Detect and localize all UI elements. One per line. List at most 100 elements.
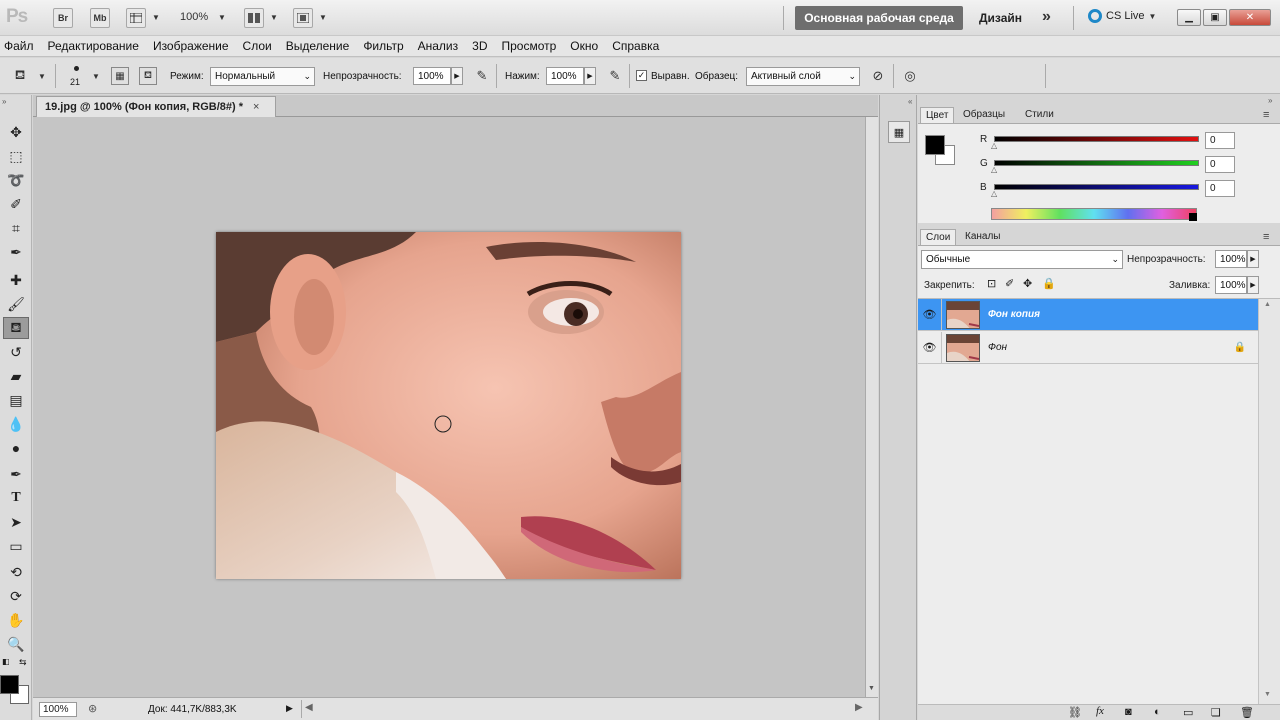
move-tool[interactable]: ✥ [3,121,29,143]
channel-r-input[interactable]: 0 [1205,132,1235,149]
healing-brush-tool[interactable]: ✚ [3,269,29,291]
arrange-documents-button[interactable] [244,8,264,28]
close-icon[interactable]: × [253,101,259,113]
layers-panel-menu-icon[interactable]: ≡ [1263,231,1269,243]
chevron-down-icon[interactable]: ▼ [270,13,278,22]
path-selection-tool[interactable]: ➤ [3,511,29,533]
clone-stamp-tool[interactable]: ⛾ [3,317,29,339]
crop-tool[interactable]: ⌗ [3,217,29,239]
swap-colors-button[interactable]: ⇆ [19,657,27,668]
document-image[interactable] [216,232,681,579]
channel-g-slider[interactable] [994,160,1199,166]
3d-orbit-tool[interactable]: ⟳ [3,585,29,607]
blur-tool[interactable]: 💧 [3,413,29,435]
tab-channels[interactable]: Каналы [960,229,1006,245]
lock-transparency-button[interactable]: ⊡ [987,277,996,290]
menu-layer[interactable]: Слои [243,39,272,53]
toggle-brush-panel-button[interactable]: ▦ [111,67,129,85]
tablet-pressure-size-button[interactable]: ◎ [900,66,920,86]
layers-scrollbar[interactable]: ▲ ▼ [1258,299,1280,704]
opacity-slider-toggle[interactable]: ▶ [451,67,463,85]
scroll-down-icon[interactable]: ▼ [1264,691,1271,698]
scroll-down-icon[interactable]: ▼ [868,685,875,692]
shape-tool[interactable]: ▭ [3,535,29,557]
chevron-down-icon[interactable]: ▼ [92,72,100,81]
adjustment-layer-icon[interactable]: ◐ [1154,706,1161,718]
channel-b-slider[interactable] [994,184,1199,190]
mini-bridge-button[interactable]: Mb [90,8,110,28]
zoom-tool[interactable]: 🔍 [3,633,29,655]
zoom-level-dropdown[interactable]: 100% [180,11,208,23]
opacity-input[interactable]: 100% [413,67,451,85]
more-workspaces-button[interactable]: » [1042,8,1051,26]
quick-select-tool[interactable]: ✐ [3,193,29,215]
history-panel-button[interactable]: ▦ [888,121,910,143]
sample-select[interactable]: Активный слой ⌄ [746,67,860,86]
color-spectrum-ramp[interactable] [991,208,1197,220]
maximize-button[interactable]: ▣ [1203,9,1227,26]
channel-r-slider[interactable] [994,136,1199,142]
menu-select[interactable]: Выделение [286,39,350,53]
bridge-button[interactable]: Br [53,8,73,28]
menu-window[interactable]: Окно [570,39,598,53]
toggle-clone-source-button[interactable]: ⛾ [139,67,157,85]
default-colors-button[interactable]: ◧ [2,657,10,666]
tool-preset-picker[interactable]: ⛾ [10,66,30,86]
minimize-button[interactable]: ▁ [1177,9,1201,26]
tab-swatches[interactable]: Образцы [958,107,1010,123]
layer-name[interactable]: Фон [988,342,1007,353]
fill-input[interactable]: 100% [1215,276,1247,294]
airbrush-button[interactable]: ✎ [605,66,625,86]
status-zoom-input[interactable]: 100% [39,702,77,717]
chevron-down-icon[interactable]: ▼ [319,13,327,22]
new-group-icon[interactable]: ▭ [1183,706,1193,719]
tab-styles[interactable]: Стили [1020,107,1059,123]
chevron-down-icon[interactable]: ▼ [38,72,46,81]
collapse-tools-button[interactable]: » [2,97,6,106]
brush-tool[interactable]: 🖌 [3,293,29,315]
menu-3d[interactable]: 3D [472,39,487,53]
menu-edit[interactable]: Редактирование [48,39,139,53]
ignore-adjustment-layers-button[interactable]: ⊘ [868,66,888,86]
menu-file[interactable]: Файл [4,39,34,53]
menu-analysis[interactable]: Анализ [418,39,459,53]
layer-opacity-slider-toggle[interactable]: ▶ [1247,250,1259,268]
color-panel-menu-icon[interactable]: ≡ [1263,109,1269,121]
pen-tool[interactable]: ✒ [3,463,29,485]
scroll-left-icon[interactable]: ◀ [305,702,313,713]
cs-live-button[interactable]: CS Live ▼ [1088,9,1156,23]
tablet-pressure-opacity-button[interactable]: ✎ [472,66,492,86]
extras-view-button[interactable] [126,8,146,28]
panel-foreground-swatch[interactable] [925,135,945,155]
channel-g-input[interactable]: 0 [1205,156,1235,173]
lock-position-button[interactable]: ✥ [1023,277,1032,290]
flow-slider-toggle[interactable]: ▶ [584,67,596,85]
workspace-design-button[interactable]: Дизайн [979,11,1022,25]
menu-filter[interactable]: Фильтр [363,39,403,53]
layer-style-fx-icon[interactable]: fx [1096,705,1104,717]
menu-view[interactable]: Просмотр [501,39,556,53]
status-menu-arrow-icon[interactable]: ▶ [286,703,293,714]
chevron-down-icon[interactable]: ▼ [152,13,160,22]
type-tool[interactable]: T [3,487,29,509]
brush-preset-picker[interactable]: 21 [66,64,88,90]
flow-input[interactable]: 100% [546,67,584,85]
lasso-tool[interactable]: ➰ [3,169,29,191]
history-brush-tool[interactable]: ↺ [3,341,29,363]
layer-name[interactable]: Фон копия [988,309,1040,320]
visibility-toggle[interactable]: 👁 [918,298,942,331]
aligned-checkbox[interactable]: ✓ [636,70,647,81]
slider-handle-icon[interactable]: △ [991,189,997,198]
layer-row-background[interactable]: 👁 Фон 🔒 [918,331,1258,364]
channel-b-input[interactable]: 0 [1205,180,1235,197]
eraser-tool[interactable]: ▰ [3,365,29,387]
workspace-essentials-button[interactable]: Основная рабочая среда [795,6,963,30]
layer-row-background-copy[interactable]: 👁 Фон копия [918,298,1258,331]
foreground-color-swatch[interactable] [0,675,19,694]
menu-help[interactable]: Справка [612,39,659,53]
marquee-tool[interactable]: ⬚ [3,145,29,167]
scroll-right-icon[interactable]: ▶ [855,702,863,713]
menu-image[interactable]: Изображение [153,39,229,53]
tab-color[interactable]: Цвет [920,107,955,123]
dodge-tool[interactable]: ● [3,437,29,459]
